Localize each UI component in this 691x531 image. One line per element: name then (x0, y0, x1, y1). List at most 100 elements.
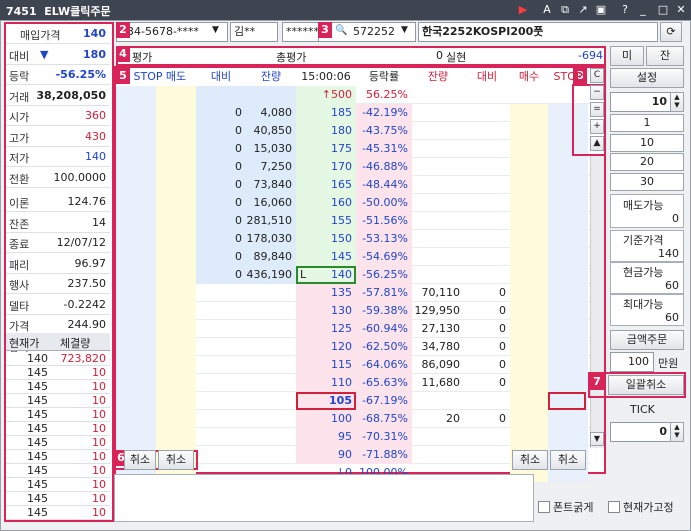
grid-control-button[interactable]: − (590, 85, 604, 100)
cell-bg (156, 248, 196, 266)
password-field[interactable]: ****** (282, 22, 322, 42)
buy-order-row[interactable]: 105 -67.19% (116, 392, 590, 410)
chevron-down-icon[interactable]: ▼ (212, 25, 219, 35)
buy-order-row[interactable]: 110 -65.63% 11,680 0 (116, 374, 590, 392)
grid-cell: 110 (331, 376, 352, 389)
cancel-all-button[interactable]: 일괄취소 (608, 375, 684, 395)
settings-button[interactable]: 설정 (610, 68, 684, 88)
copy-icon[interactable]: ⧉ (558, 3, 572, 17)
maximize-icon[interactable]: □ (656, 3, 670, 17)
chevron-down-icon[interactable]: ▼ (401, 25, 408, 35)
grid-cell: -43.75% (362, 124, 408, 137)
product-name: 한국2252KOSPI200풋 (418, 22, 658, 42)
buy-order-row[interactable]: 130 -59.38% 129,950 0 (116, 302, 590, 320)
grid-header-cell: 대비 (210, 70, 232, 83)
grid-cell: -57.81% (362, 286, 408, 299)
quantity-preset-button[interactable]: 20 (610, 153, 684, 171)
realized-value: -694 (578, 49, 603, 62)
trade-row: 140 723,820 (6, 352, 110, 366)
buy-order-row[interactable]: 100 -68.75% 20 0 (116, 410, 590, 428)
sell-order-row[interactable]: 0 89,840 145 -54.69% (116, 248, 590, 266)
trade-price: 145 (27, 478, 48, 491)
grid-cell: -53.13% (362, 232, 408, 245)
info-value: 244.90 (67, 318, 107, 331)
buy-order-row[interactable]: 115 -64.06% 86,090 0 (116, 356, 590, 374)
buy-order-row[interactable]: 125 -60.94% 27,130 0 (116, 320, 590, 338)
info-label: 행사 (9, 279, 30, 292)
grid-control-button[interactable]: C (590, 68, 604, 83)
buy-order-row[interactable]: 135 -57.81% 70,110 0 (116, 284, 590, 302)
scrollbar[interactable] (590, 156, 604, 448)
grid-cell: 89,840 (253, 250, 293, 263)
cancel-buy-button[interactable]: 취소 (512, 450, 548, 470)
amount-order-button[interactable]: 금액주문 (610, 330, 684, 350)
close-icon[interactable]: ✕ (674, 3, 688, 17)
sell-order-row[interactable]: 0 436,190 140 -56.25% L (116, 266, 590, 284)
cell-bg (156, 230, 196, 248)
info-label: 거래 (9, 90, 30, 104)
quantity-input[interactable]: 10 (610, 92, 674, 112)
grid-cell: 185 (331, 106, 352, 119)
cell-bg (510, 320, 548, 338)
cell-bg (156, 104, 196, 122)
quantity-preset-button[interactable]: 10 (610, 133, 684, 152)
sell-order-row[interactable]: 0 16,060 160 -50.00% (116, 194, 590, 212)
message-area (114, 474, 534, 522)
help-icon[interactable]: ? (618, 3, 632, 17)
scroll-down-icon[interactable]: ▼ (590, 432, 604, 446)
cell-bg (510, 176, 548, 194)
fix-price-checkbox[interactable] (608, 501, 620, 513)
trade-price: 145 (27, 436, 48, 449)
cell-bg (510, 302, 548, 320)
tab-balance[interactable]: 잔 (646, 46, 684, 66)
grid-control-button[interactable]: = (590, 102, 604, 117)
cancel-sell-stop-button[interactable]: 취소 (158, 450, 194, 470)
fix-price-label: 현재가고정 (623, 501, 674, 514)
cell-bg (548, 194, 588, 212)
cell-bg (548, 428, 588, 446)
sell-order-row[interactable]: 0 7,250 170 -46.88% (116, 158, 590, 176)
cell-bg (116, 248, 156, 266)
cancel-sell-button[interactable]: 취소 (124, 450, 156, 470)
sell-order-row[interactable]: 0 4,080 185 -42.19% (116, 104, 590, 122)
info-label: 저가 (9, 152, 30, 165)
window-icon[interactable]: ▣ (594, 3, 608, 17)
info-row: 전환 100.0000 (6, 167, 110, 188)
grid-control-button[interactable]: + (590, 119, 604, 134)
sell-order-row[interactable]: 0 281,510 155 -51.56% (116, 212, 590, 230)
search-icon[interactable]: 🔍 (335, 25, 347, 36)
info-value: 96.97 (74, 256, 107, 270)
export-icon[interactable]: ↗ (576, 3, 590, 17)
amount-input[interactable]: 100 (610, 352, 654, 372)
flag-icon[interactable]: ▶ (516, 3, 530, 17)
quantity-stepper[interactable]: ▲ ▼ (670, 92, 684, 112)
info-row: 행사 237.50 (6, 274, 110, 294)
cell-bg (116, 266, 156, 284)
grid-cell: 95 (338, 430, 352, 443)
bold-font-checkbox[interactable] (538, 501, 550, 513)
upper-limit-row[interactable]: ↑500 56.25% (116, 86, 590, 104)
trade-row: 145 10 (6, 366, 110, 380)
avail-sell-box: 매도가능 0 (610, 194, 684, 228)
quantity-preset-button[interactable]: 30 (610, 172, 684, 191)
buy-order-row[interactable]: 120 -62.50% 34,780 0 (116, 338, 590, 356)
window-title: 7451 ELW클릭주문 (6, 5, 111, 18)
sell-order-row[interactable]: 0 15,030 175 -45.31% (116, 140, 590, 158)
buy-order-row[interactable]: 95 -70.31% (116, 428, 590, 446)
grid-cell: 15,030 (253, 142, 293, 155)
cancel-buy-stop-button[interactable]: 취소 (550, 450, 586, 470)
tick-stepper[interactable]: ▲ ▼ (670, 422, 684, 442)
minimize-icon[interactable]: _ (636, 3, 650, 17)
sell-order-row[interactable]: 0 40,850 180 -43.75% (116, 122, 590, 140)
info-row: 거래 38,208,050 (6, 85, 110, 106)
quantity-preset-button[interactable]: 1 (610, 114, 684, 132)
sell-order-row[interactable]: 0 73,840 165 -48.44% (116, 176, 590, 194)
tab-unfilled[interactable]: 미 (610, 46, 644, 66)
sell-order-row[interactable]: 0 178,030 150 -53.13% (116, 230, 590, 248)
font-icon[interactable]: A (540, 3, 554, 17)
grid-control-button[interactable]: ▲ (590, 136, 604, 151)
cell-bg (156, 284, 196, 302)
grid-cell: 86,090 (421, 358, 461, 371)
tick-input[interactable]: 0 (610, 422, 674, 442)
refresh-icon[interactable]: ⟳ (660, 22, 682, 42)
